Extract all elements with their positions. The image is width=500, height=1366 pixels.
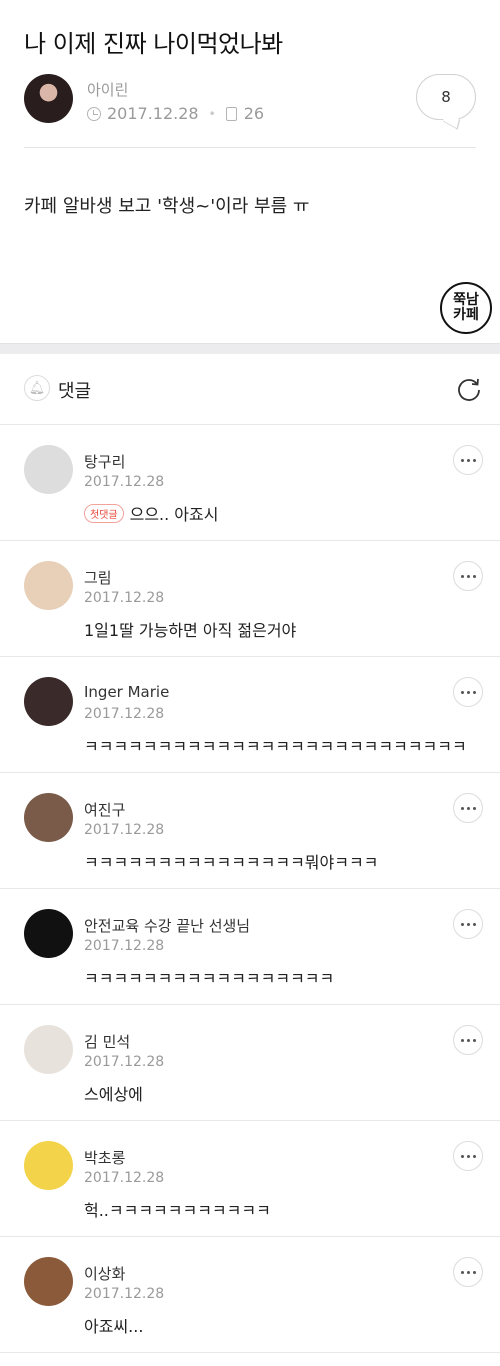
commenter-avatar[interactable] (24, 677, 73, 726)
document-icon (225, 106, 237, 121)
comment-list: 탕구리 2017.12.28 첫댓글 으으.. 아죠시 그림 2017.12.2… (0, 425, 500, 1353)
more-options-button[interactable] (453, 1141, 483, 1171)
comment-text-row: 1일1딸 가능하면 아직 젊은거야 (84, 617, 296, 641)
post-meta: 2017.12.28 • 26 (87, 104, 264, 123)
comment-text-row: 첫댓글 으으.. 아죠시 (84, 501, 218, 525)
post-title: 나 이제 진짜 나이먹었나봐 (24, 30, 283, 58)
comment-text: 스에상에 (84, 1085, 143, 1104)
commenter-name[interactable]: 이상화 (84, 1263, 125, 1284)
commenter-name[interactable]: 그림 (84, 567, 112, 588)
comment-item: 탕구리 2017.12.28 첫댓글 으으.. 아죠시 (0, 425, 500, 541)
comment-text: 아죠씨... (84, 1317, 144, 1336)
author-name[interactable]: 아이린 (87, 79, 128, 100)
commenter-name[interactable]: 탕구리 (84, 451, 125, 472)
clock-icon (87, 106, 101, 121)
comment-text: 헉..ㅋㅋㅋㅋㅋㅋㅋㅋㅋㅋㅋ (84, 1201, 271, 1220)
comment-item: 김 민석 2017.12.28 스에상에 (0, 1005, 500, 1121)
comment-text-row: 헉..ㅋㅋㅋㅋㅋㅋㅋㅋㅋㅋㅋ (84, 1197, 271, 1221)
comment-text: 으으.. 아죠시 (129, 505, 219, 524)
comment-item: 그림 2017.12.28 1일1딸 가능하면 아직 젊은거야 (0, 541, 500, 657)
commenter-avatar[interactable] (24, 1141, 73, 1190)
comment-item: 안전교육 수강 끝난 선생님 2017.12.28 ㅋㅋㅋㅋㅋㅋㅋㅋㅋㅋㅋㅋㅋㅋ… (0, 889, 500, 1005)
refresh-icon[interactable] (456, 376, 482, 402)
comment-text-row: 스에상에 (84, 1081, 143, 1105)
first-comment-badge: 첫댓글 (84, 503, 124, 523)
commenter-avatar[interactable] (24, 1257, 73, 1306)
stamp-text-line1: 쭉남 (453, 292, 479, 308)
commenter-name[interactable]: 김 민석 (84, 1031, 130, 1052)
more-options-button[interactable] (453, 909, 483, 939)
more-options-button[interactable] (453, 677, 483, 707)
commenter-name[interactable]: 안전교육 수강 끝난 선생님 (84, 915, 250, 936)
more-options-button[interactable] (453, 1257, 483, 1287)
more-options-button[interactable] (453, 561, 483, 591)
view-count: 26 (243, 104, 265, 123)
comment-count: 8 (441, 88, 451, 106)
comment-date: 2017.12.28 (84, 590, 165, 606)
comment-date: 2017.12.28 (84, 474, 165, 490)
commenter-avatar[interactable] (24, 909, 73, 958)
comment-date: 2017.12.28 (84, 1170, 165, 1186)
post-content: 카페 알바생 보고 '학생~'이라 부름 ㅠ (24, 196, 310, 217)
commenter-avatar[interactable] (24, 445, 73, 494)
comment-item: 여진구 2017.12.28 ㅋㅋㅋㅋㅋㅋㅋㅋㅋㅋㅋㅋㅋㅋㅋ뭐야ㅋㅋㅋ (0, 773, 500, 889)
more-options-button[interactable] (453, 793, 483, 823)
commenter-name[interactable]: 여진구 (84, 799, 125, 820)
post-body: 카페 알바생 보고 '학생~'이라 부름 ㅠ 쭉남 카페 (0, 148, 500, 343)
comment-text-row: ㅋㅋㅋㅋㅋㅋㅋㅋㅋㅋㅋㅋㅋㅋㅋㅋㅋ (84, 965, 334, 989)
section-separator (0, 343, 500, 354)
comment-item: 박초롱 2017.12.28 헉..ㅋㅋㅋㅋㅋㅋㅋㅋㅋㅋㅋ (0, 1121, 500, 1237)
comment-count-button[interactable]: 8 (416, 74, 476, 120)
commenter-avatar[interactable] (24, 561, 73, 610)
comment-text: 1일1딸 가능하면 아직 젊은거야 (84, 621, 297, 640)
comment-item: Inger Marie 2017.12.28 ㅋㅋㅋㅋㅋㅋㅋㅋㅋㅋㅋㅋㅋㅋㅋㅋㅋ… (0, 657, 500, 773)
more-options-button[interactable] (453, 1025, 483, 1055)
comment-text: ㅋㅋㅋㅋㅋㅋㅋㅋㅋㅋㅋㅋㅋㅋㅋㅋㅋㅋㅋㅋㅋㅋㅋㅋㅋㅋ (84, 737, 467, 756)
separator-dot: • (208, 106, 216, 121)
comment-date: 2017.12.28 (84, 1054, 165, 1070)
comment-date: 2017.12.28 (84, 822, 165, 838)
commenter-name[interactable]: Inger Marie (84, 683, 169, 701)
comment-text-row: ㅋㅋㅋㅋㅋㅋㅋㅋㅋㅋㅋㅋㅋㅋㅋ뭐야ㅋㅋㅋ (84, 849, 378, 873)
comment-text-row: 아죠씨... (84, 1313, 143, 1337)
post-header: 나 이제 진짜 나이먹었나봐 아이린 2017.12.28 • 26 8 (0, 0, 500, 148)
author-avatar[interactable] (24, 74, 73, 123)
comment-date: 2017.12.28 (84, 938, 165, 954)
commenter-avatar[interactable] (24, 793, 73, 842)
comment-date: 2017.12.28 (84, 706, 165, 722)
commenter-name[interactable]: 박초롱 (84, 1147, 125, 1168)
stamp-text-line2: 카페 (453, 307, 479, 323)
cafe-logo-stamp: 쭉남 카페 (440, 282, 492, 334)
comment-text-row: ㅋㅋㅋㅋㅋㅋㅋㅋㅋㅋㅋㅋㅋㅋㅋㅋㅋㅋㅋㅋㅋㅋㅋㅋㅋㅋ (84, 733, 467, 757)
commenter-avatar[interactable] (24, 1025, 73, 1074)
comments-title: 댓글 (58, 381, 92, 402)
comment-text: ㅋㅋㅋㅋㅋㅋㅋㅋㅋㅋㅋㅋㅋㅋㅋ뭐야ㅋㅋㅋ (84, 853, 379, 872)
comments-header: 🔔︎ 댓글 (0, 354, 500, 425)
comment-date: 2017.12.28 (84, 1286, 165, 1302)
comment-item: 이상화 2017.12.28 아죠씨... (0, 1237, 500, 1353)
comment-text: ㅋㅋㅋㅋㅋㅋㅋㅋㅋㅋㅋㅋㅋㅋㅋㅋㅋ (84, 969, 335, 988)
bell-icon[interactable]: 🔔︎ (24, 375, 50, 401)
post-date: 2017.12.28 (107, 104, 199, 123)
more-options-button[interactable] (453, 445, 483, 475)
